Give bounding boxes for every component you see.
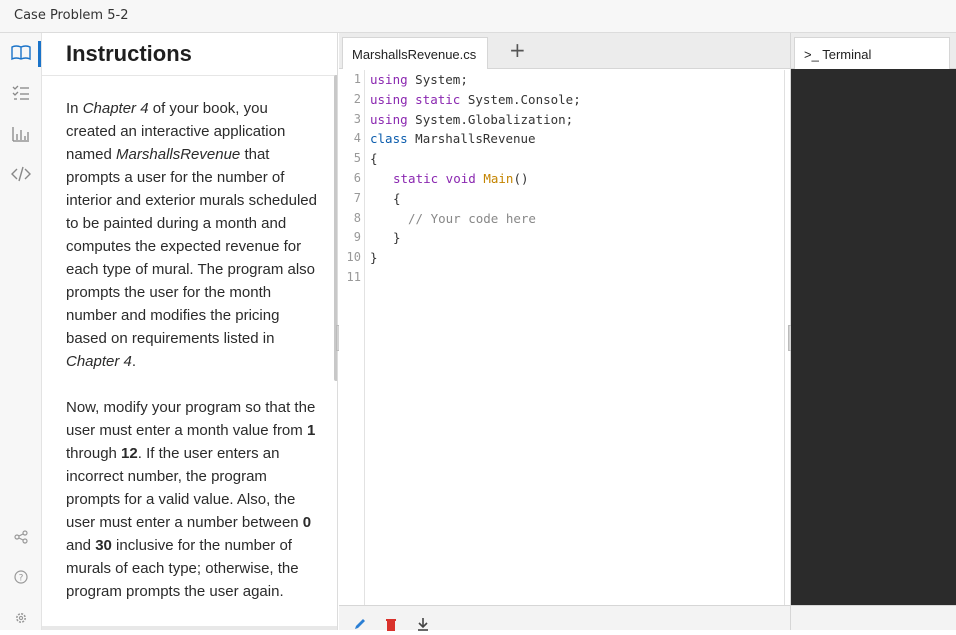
list-icon[interactable] xyxy=(11,83,31,103)
divider xyxy=(42,75,337,76)
left-icon-rail: ? xyxy=(0,33,42,630)
line-number: 3 xyxy=(353,112,361,126)
help-icon[interactable]: ? xyxy=(11,567,31,587)
line-number: 6 xyxy=(353,171,361,185)
editor-margin-line xyxy=(784,70,785,605)
editor-tab-bar: MarshallsRevenue.cs + xyxy=(339,33,790,69)
line-number: 4 xyxy=(353,131,361,145)
title-bar: Case Problem 5-2 xyxy=(0,0,956,33)
share-icon[interactable] xyxy=(11,527,31,547)
line-number: 11 xyxy=(346,270,361,284)
code-editor: MarshallsRevenue.cs + 1 2 3 4 5 6 7 8 9 … xyxy=(336,33,790,631)
code-line: static void Main() xyxy=(393,171,529,186)
instructions-paragraph-1: In Chapter 4 of your book, you created a… xyxy=(66,100,317,370)
window-title: Case Problem 5-2 xyxy=(14,8,129,23)
line-number: 1 xyxy=(353,72,361,86)
code-line: { xyxy=(370,151,378,166)
tab-marshallsrevenue-cs[interactable]: MarshallsRevenue.cs xyxy=(342,37,488,69)
trash-icon[interactable] xyxy=(384,616,398,631)
line-number: 5 xyxy=(353,151,361,165)
terminal-output[interactable] xyxy=(791,69,956,605)
terminal-tab-label: Terminal xyxy=(822,47,872,62)
active-indicator xyxy=(38,41,41,67)
instructions-footer xyxy=(42,626,337,630)
terminal-panel: >_ Terminal xyxy=(788,33,956,630)
tab-terminal[interactable]: >_ Terminal xyxy=(794,37,950,69)
terminal-footer xyxy=(791,605,956,630)
download-icon[interactable] xyxy=(416,616,430,631)
code-line: using static System.Console; xyxy=(370,92,581,107)
line-number: 2 xyxy=(353,92,361,106)
add-tab-button[interactable]: + xyxy=(509,38,526,62)
line-number: 8 xyxy=(353,211,361,225)
code-line: class MarshallsRevenue xyxy=(370,131,536,146)
instructions-panel: Instructions In Chapter 4 of your book, … xyxy=(42,33,338,630)
code-line: using System.Globalization; xyxy=(370,112,574,127)
instructions-body: In Chapter 4 of your book, you created a… xyxy=(66,97,318,626)
editor-toolbar xyxy=(339,605,790,631)
line-number: 10 xyxy=(346,250,361,264)
code-line: // Your code here xyxy=(408,211,536,226)
chart-icon[interactable] xyxy=(11,124,31,144)
code-line: } xyxy=(370,250,378,265)
line-number-gutter: 1 2 3 4 5 6 7 8 9 10 11 xyxy=(339,70,365,605)
code-line: } xyxy=(393,230,401,245)
line-number: 9 xyxy=(353,230,361,244)
instructions-heading: Instructions xyxy=(66,41,192,66)
code-line: using System; xyxy=(370,72,468,87)
code-line: { xyxy=(393,191,401,206)
book-icon[interactable] xyxy=(11,43,31,63)
terminal-icon: >_ xyxy=(804,47,819,62)
svg-text:?: ? xyxy=(19,574,24,584)
settings-icon[interactable] xyxy=(11,608,31,628)
code-icon[interactable] xyxy=(11,164,31,184)
instructions-paragraph-2: Now, modify your program so that the use… xyxy=(66,399,316,600)
terminal-tab-bar: >_ Terminal xyxy=(791,33,956,69)
line-number: 7 xyxy=(353,191,361,205)
edit-icon[interactable] xyxy=(353,616,367,630)
